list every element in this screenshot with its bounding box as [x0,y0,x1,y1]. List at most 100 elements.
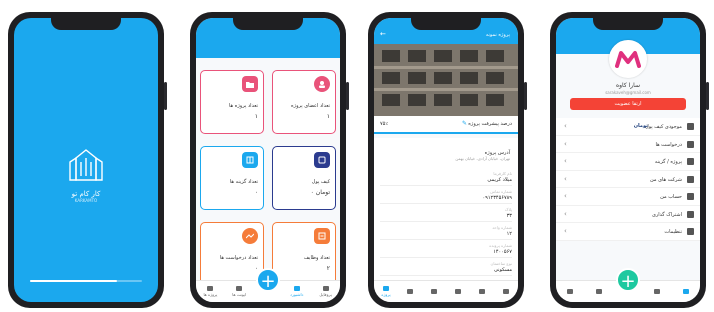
tab-gallery[interactable] [422,289,446,294]
avatar[interactable] [609,40,647,78]
tab-project[interactable]: پروژه [374,286,398,297]
card-label: تعداد پروژه ها [229,103,258,109]
loading-progress-bar [30,280,142,282]
tab-projects[interactable]: پروژه ها [198,286,222,297]
app-logo: کار کام تو KARKAMTO [64,148,108,203]
back-arrow-icon[interactable]: ← [380,30,386,38]
chevron-left-icon: ‹ [564,227,567,235]
task-icon [314,228,330,244]
progress-value: ۷۵٪ [380,121,389,127]
card-label: تعداد گزینه ها [229,179,258,185]
add-button[interactable]: + [616,268,640,292]
tab-events[interactable]: ایونت ها [227,286,251,297]
notch [51,18,121,30]
info-row: پلاک ۳۳ [380,204,512,222]
upgrade-button[interactable]: ارتقا عضویت [570,98,686,110]
menu-item-wallet[interactable]: موجودی کیف پول تومان ‹ [556,118,700,136]
info-row: نوع ساختمان مسکونی [380,258,512,276]
gear-icon [503,289,509,294]
progress-label: درصد پیشرفت پروژه [468,121,512,127]
add-button[interactable]: + [256,268,280,292]
card-value: ۰ [254,189,258,196]
tab-events[interactable] [587,289,611,294]
phone-project-detail: ← پروژه نمونه ۷۵٪ ✎ درصد پیشرفت پروژه آد… [368,12,527,308]
document-icon [687,175,694,183]
tab-projects[interactable] [558,289,582,294]
splash-screen: کار کام تو KARKAMTO [14,18,158,302]
menu-item-settings[interactable]: تنظیمات ‹ [556,223,700,241]
notch [593,18,663,30]
card-value: ۰ [254,265,258,272]
address-text: تهران، خیابان آزادی، خیابان بهمن [455,156,510,161]
card-tasks[interactable]: تعداد وظایف ۲ [272,222,336,286]
profile-name: سارا کاوه [615,82,641,89]
notch [411,18,481,30]
folder-icon [687,158,694,165]
share-icon [687,210,694,218]
card-label: تعداد اعضای پروژه [291,103,330,109]
info-row: شماره پرونده ۱۴۰۰۵۶۷ [380,240,512,258]
phone-profile: سارا کاوه sarakaveh@gmail.com ارتقا عضوی… [550,12,709,308]
tab-dashboard[interactable]: داشبورد [285,286,309,297]
tab-profile[interactable] [674,289,698,294]
card-projects[interactable]: تعداد پروژه ها ۱ [200,70,264,134]
list-icon [242,152,258,168]
card-value: ۲ [326,265,330,272]
building-photo [374,44,518,116]
phone-dashboard: تعداد اعضای پروژه ۱ تعداد پروژه ها ۱ کیف… [190,12,349,308]
person-icon [322,286,329,291]
chevron-left-icon: ‹ [564,192,567,200]
card-label: تعداد درخواست ها [219,255,258,261]
tab-dashboard[interactable] [645,289,669,294]
chevron-left-icon: ‹ [564,174,567,183]
card-label: کیف پول [311,179,330,185]
project-screen: ← پروژه نمونه ۷۵٪ ✎ درصد پیشرفت پروژه آد… [374,18,518,302]
app-subtitle: KARKAMTO [74,198,98,203]
menu-item-projects[interactable]: پروژه / گزینه ‹ [556,153,700,171]
chevron-left-icon: ‹ [564,139,567,148]
card-requests[interactable]: تعداد درخواست ها ۰ [200,222,264,286]
profile-email: sarakaveh@gmail.com [605,90,651,95]
info-row: شماره واحد ۱۲ [380,222,512,240]
chevron-left-icon: ‹ [564,157,567,165]
card-label: تعداد وظایف [303,255,330,261]
folder-icon [207,286,214,291]
card-project-members[interactable]: تعداد اعضای پروژه ۱ [272,70,336,134]
tab-members[interactable] [398,289,422,294]
card-value: ۱ [326,113,330,120]
folder-icon [242,76,258,92]
info-row: نام کارفرما میلاد کریمی [380,168,512,186]
menu-item-companies[interactable]: شرکت های من ‹ [556,170,700,188]
person-icon [682,289,689,294]
menu-item-requests[interactable]: درخواست ها ‹ [556,135,700,153]
menu-item-account[interactable]: حساب من ‹ [556,188,700,206]
progress-tab-strip: ۷۵٪ ✎ درصد پیشرفت پروژه [374,116,518,134]
tab-profile[interactable]: پروفایل [314,286,338,297]
trend-icon [687,140,694,148]
progress-fill [30,280,118,282]
gear-icon [687,228,694,235]
notch [233,18,303,30]
chevron-left-icon: ‹ [564,122,567,130]
tab-tasks[interactable] [470,289,494,294]
card-options[interactable]: تعداد گزینه ها ۰ [200,146,264,210]
menu-item-share[interactable]: اشتراک گذاری ‹ [556,205,700,223]
folder-icon [567,289,574,294]
task-icon [479,289,485,294]
project-photo [374,44,518,116]
tab-files[interactable] [446,289,470,294]
person-icon [687,193,694,200]
home-icon [653,289,660,294]
phone-splash: کار کام تو KARKAMTO [8,12,167,308]
chevron-left-icon: ‹ [564,209,567,218]
wallet-icon [687,123,694,130]
people-icon [407,289,413,294]
dashboard-screen: تعداد اعضای پروژه ۱ تعداد پروژه ها ۱ کیف… [196,18,340,302]
tab-settings[interactable] [494,289,518,294]
edit-pencil-icon[interactable]: ✎ [462,120,467,127]
home-icon [293,286,300,291]
folder-icon [383,286,389,291]
profile-menu: موجودی کیف پول تومان ‹ درخواست ها ‹ پروژه /… [556,118,700,241]
card-wallet[interactable]: کیف پول ۰ تومان [272,146,336,210]
bottom-tab-bar: پروژه [374,280,518,302]
